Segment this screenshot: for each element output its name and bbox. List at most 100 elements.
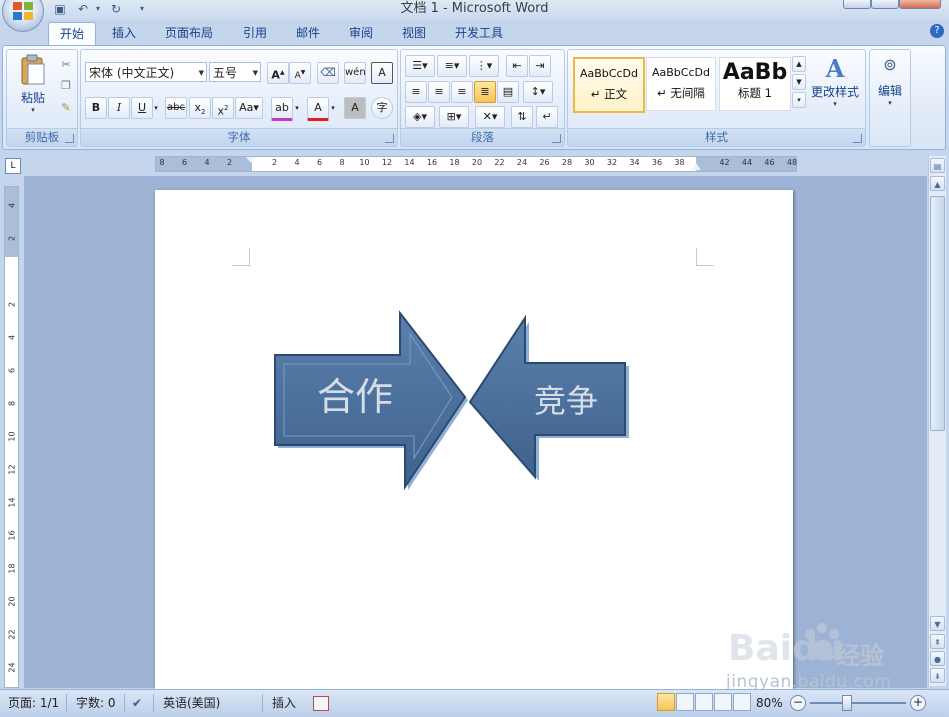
styles-scroll-up-icon[interactable]: ▲ [792, 56, 806, 72]
font-color-dropdown-icon[interactable]: ▾ [328, 97, 338, 119]
styles-launcher-icon[interactable] [853, 134, 862, 143]
tab-mailings[interactable]: 邮件 [288, 22, 328, 44]
clear-format-icon[interactable]: ⌫ [317, 62, 339, 84]
horizontal-ruler[interactable]: 8 6 4 2 2 4 6 8 10 12 14 16 18 20 22 24 26 28 30 32 34 36 38 42… [155, 156, 797, 172]
strikethrough-icon[interactable]: abc [165, 97, 187, 119]
vertical-scrollbar[interactable]: ▤ ▲ ▼ ⇞ ● ⇟ [928, 156, 946, 686]
font-name-dropdown-icon[interactable]: ▼ [199, 63, 204, 83]
font-name-select[interactable]: 宋体 (中文正文) ▼ [85, 62, 207, 82]
save-icon[interactable]: ▣ [52, 1, 68, 17]
scroll-up-icon[interactable]: ▲ [930, 176, 945, 191]
shading-icon[interactable]: ◈▾ [405, 106, 435, 128]
format-painter-icon[interactable]: ✎ [55, 97, 77, 119]
show-marks-icon[interactable]: ↵ [536, 106, 558, 128]
paragraph-launcher-icon[interactable] [552, 134, 561, 143]
right-indent-marker[interactable] [691, 163, 701, 170]
macro-record-icon[interactable] [313, 696, 329, 711]
align-left-icon[interactable]: ≡ [405, 81, 427, 103]
word-count[interactable]: 字数: 0 [76, 693, 116, 713]
zoom-slider-track[interactable] [810, 702, 906, 704]
style-heading-1[interactable]: AaBb 标题 1 [719, 57, 791, 111]
previous-page-icon[interactable]: ⇞ [930, 634, 945, 649]
font-launcher-icon[interactable] [385, 134, 394, 143]
scroll-down-icon[interactable]: ▼ [930, 616, 945, 631]
help-icon[interactable]: ? [930, 24, 944, 38]
language-indicator[interactable]: 英语(美国) [163, 693, 220, 713]
close-button[interactable] [899, 0, 941, 9]
superscript-icon[interactable]: x2 [212, 97, 234, 119]
highlight-dropdown-icon[interactable]: ▾ [292, 97, 302, 119]
outline-view-icon[interactable] [714, 693, 732, 711]
font-color-icon[interactable]: A [307, 97, 329, 121]
editing-button[interactable]: ⊚ 编辑 ▾ [872, 55, 908, 125]
shrink-font-icon[interactable]: A▼ [289, 62, 311, 84]
zoom-in-icon[interactable]: + [910, 695, 926, 711]
undo-dropdown-icon[interactable]: ▾ [90, 1, 106, 17]
vertical-ruler[interactable]: 4 2 2 4 6 8 10 12 14 16 18 20 22 24 [4, 186, 19, 688]
character-border-icon[interactable]: A [371, 62, 393, 84]
tab-page-layout[interactable]: 页面布局 [157, 22, 221, 44]
font-size-select[interactable]: 五号 ▼ [209, 62, 261, 82]
zoom-out-icon[interactable]: − [790, 695, 806, 711]
font-size-dropdown-icon[interactable]: ▼ [253, 63, 258, 83]
styles-scroll-down-icon[interactable]: ▼ [792, 74, 806, 90]
bold-icon[interactable]: B [85, 97, 107, 119]
justify-icon[interactable]: ≣ [474, 81, 496, 103]
cooperation-arrow[interactable]: 合作 [274, 310, 468, 491]
copy-icon[interactable]: ❐ [55, 75, 77, 97]
highlight-icon[interactable]: ab [271, 97, 293, 121]
first-line-indent-marker[interactable] [246, 157, 256, 163]
tab-view[interactable]: 视图 [394, 22, 434, 44]
phonetic-guide-icon[interactable]: wén [344, 62, 366, 84]
zoom-slider-thumb[interactable] [842, 695, 852, 711]
tab-selector-icon[interactable]: L [5, 158, 21, 174]
select-browse-object-icon[interactable]: ● [930, 651, 945, 666]
draft-view-icon[interactable] [733, 693, 751, 711]
subscript-icon[interactable]: x2 [189, 97, 211, 119]
change-styles-dropdown-icon[interactable]: ▾ [808, 100, 862, 108]
competition-arrow[interactable]: 竞争 [468, 314, 629, 481]
insert-mode-indicator[interactable]: 插入 [272, 693, 296, 713]
decrease-indent-icon[interactable]: ⇤ [506, 55, 528, 77]
change-case-icon[interactable]: Aa▾ [235, 97, 263, 119]
web-layout-view-icon[interactable] [695, 693, 713, 711]
tab-insert[interactable]: 插入 [104, 22, 144, 44]
character-shading-icon[interactable]: A [344, 97, 366, 119]
tab-references[interactable]: 引用 [235, 22, 275, 44]
editing-dropdown-icon[interactable]: ▾ [872, 99, 908, 107]
next-page-icon[interactable]: ⇟ [930, 668, 945, 683]
paste-dropdown-icon[interactable]: ▾ [13, 106, 53, 114]
underline-icon[interactable]: U [131, 97, 153, 119]
increase-indent-icon[interactable]: ⇥ [529, 55, 551, 77]
numbering-icon[interactable]: ≡▾ [437, 55, 467, 77]
enclose-characters-icon[interactable]: 字 [371, 97, 393, 119]
tab-home[interactable]: 开始 [48, 22, 96, 45]
align-right-icon[interactable]: ≡ [451, 81, 473, 103]
print-layout-view-icon[interactable] [657, 693, 675, 711]
undo-icon[interactable]: ↶ [75, 1, 91, 17]
sort-icon[interactable]: ⇅ [511, 106, 533, 128]
grow-font-icon[interactable]: A▲ [267, 62, 289, 84]
zoom-level[interactable]: 80% [756, 693, 783, 713]
document-page[interactable]: 合作 竞争 [155, 190, 793, 690]
underline-dropdown-icon[interactable]: ▾ [151, 97, 161, 119]
paste-button[interactable]: 粘贴 ▾ [13, 54, 53, 118]
redo-icon[interactable]: ↻ [108, 1, 124, 17]
scrollbar-thumb[interactable] [930, 196, 945, 431]
page-count[interactable]: 页面: 1/1 [8, 693, 59, 713]
view-ruler-icon[interactable]: ▤ [930, 158, 945, 173]
styles-more-icon[interactable]: ▾ [792, 92, 806, 108]
style-normal[interactable]: AaBbCcDd ↵ 正文 [573, 57, 645, 113]
arrows-graphic[interactable]: 合作 竞争 [270, 308, 630, 503]
tab-developer[interactable]: 开发工具 [447, 22, 511, 44]
distributed-icon[interactable]: ▤ [497, 81, 519, 103]
proofing-icon[interactable]: ✔ [132, 693, 142, 713]
multilevel-list-icon[interactable]: ⋮▾ [469, 55, 499, 77]
line-spacing-icon[interactable]: ↕▾ [523, 81, 553, 103]
chinese-layout-icon[interactable]: ✕▾ [475, 106, 505, 128]
italic-icon[interactable]: I [108, 97, 130, 119]
borders-icon[interactable]: ⊞▾ [439, 106, 469, 128]
bullets-icon[interactable]: ☰▾ [405, 55, 435, 77]
full-screen-reading-view-icon[interactable] [676, 693, 694, 711]
change-styles-button[interactable]: A 更改样式 ▾ [808, 54, 862, 124]
